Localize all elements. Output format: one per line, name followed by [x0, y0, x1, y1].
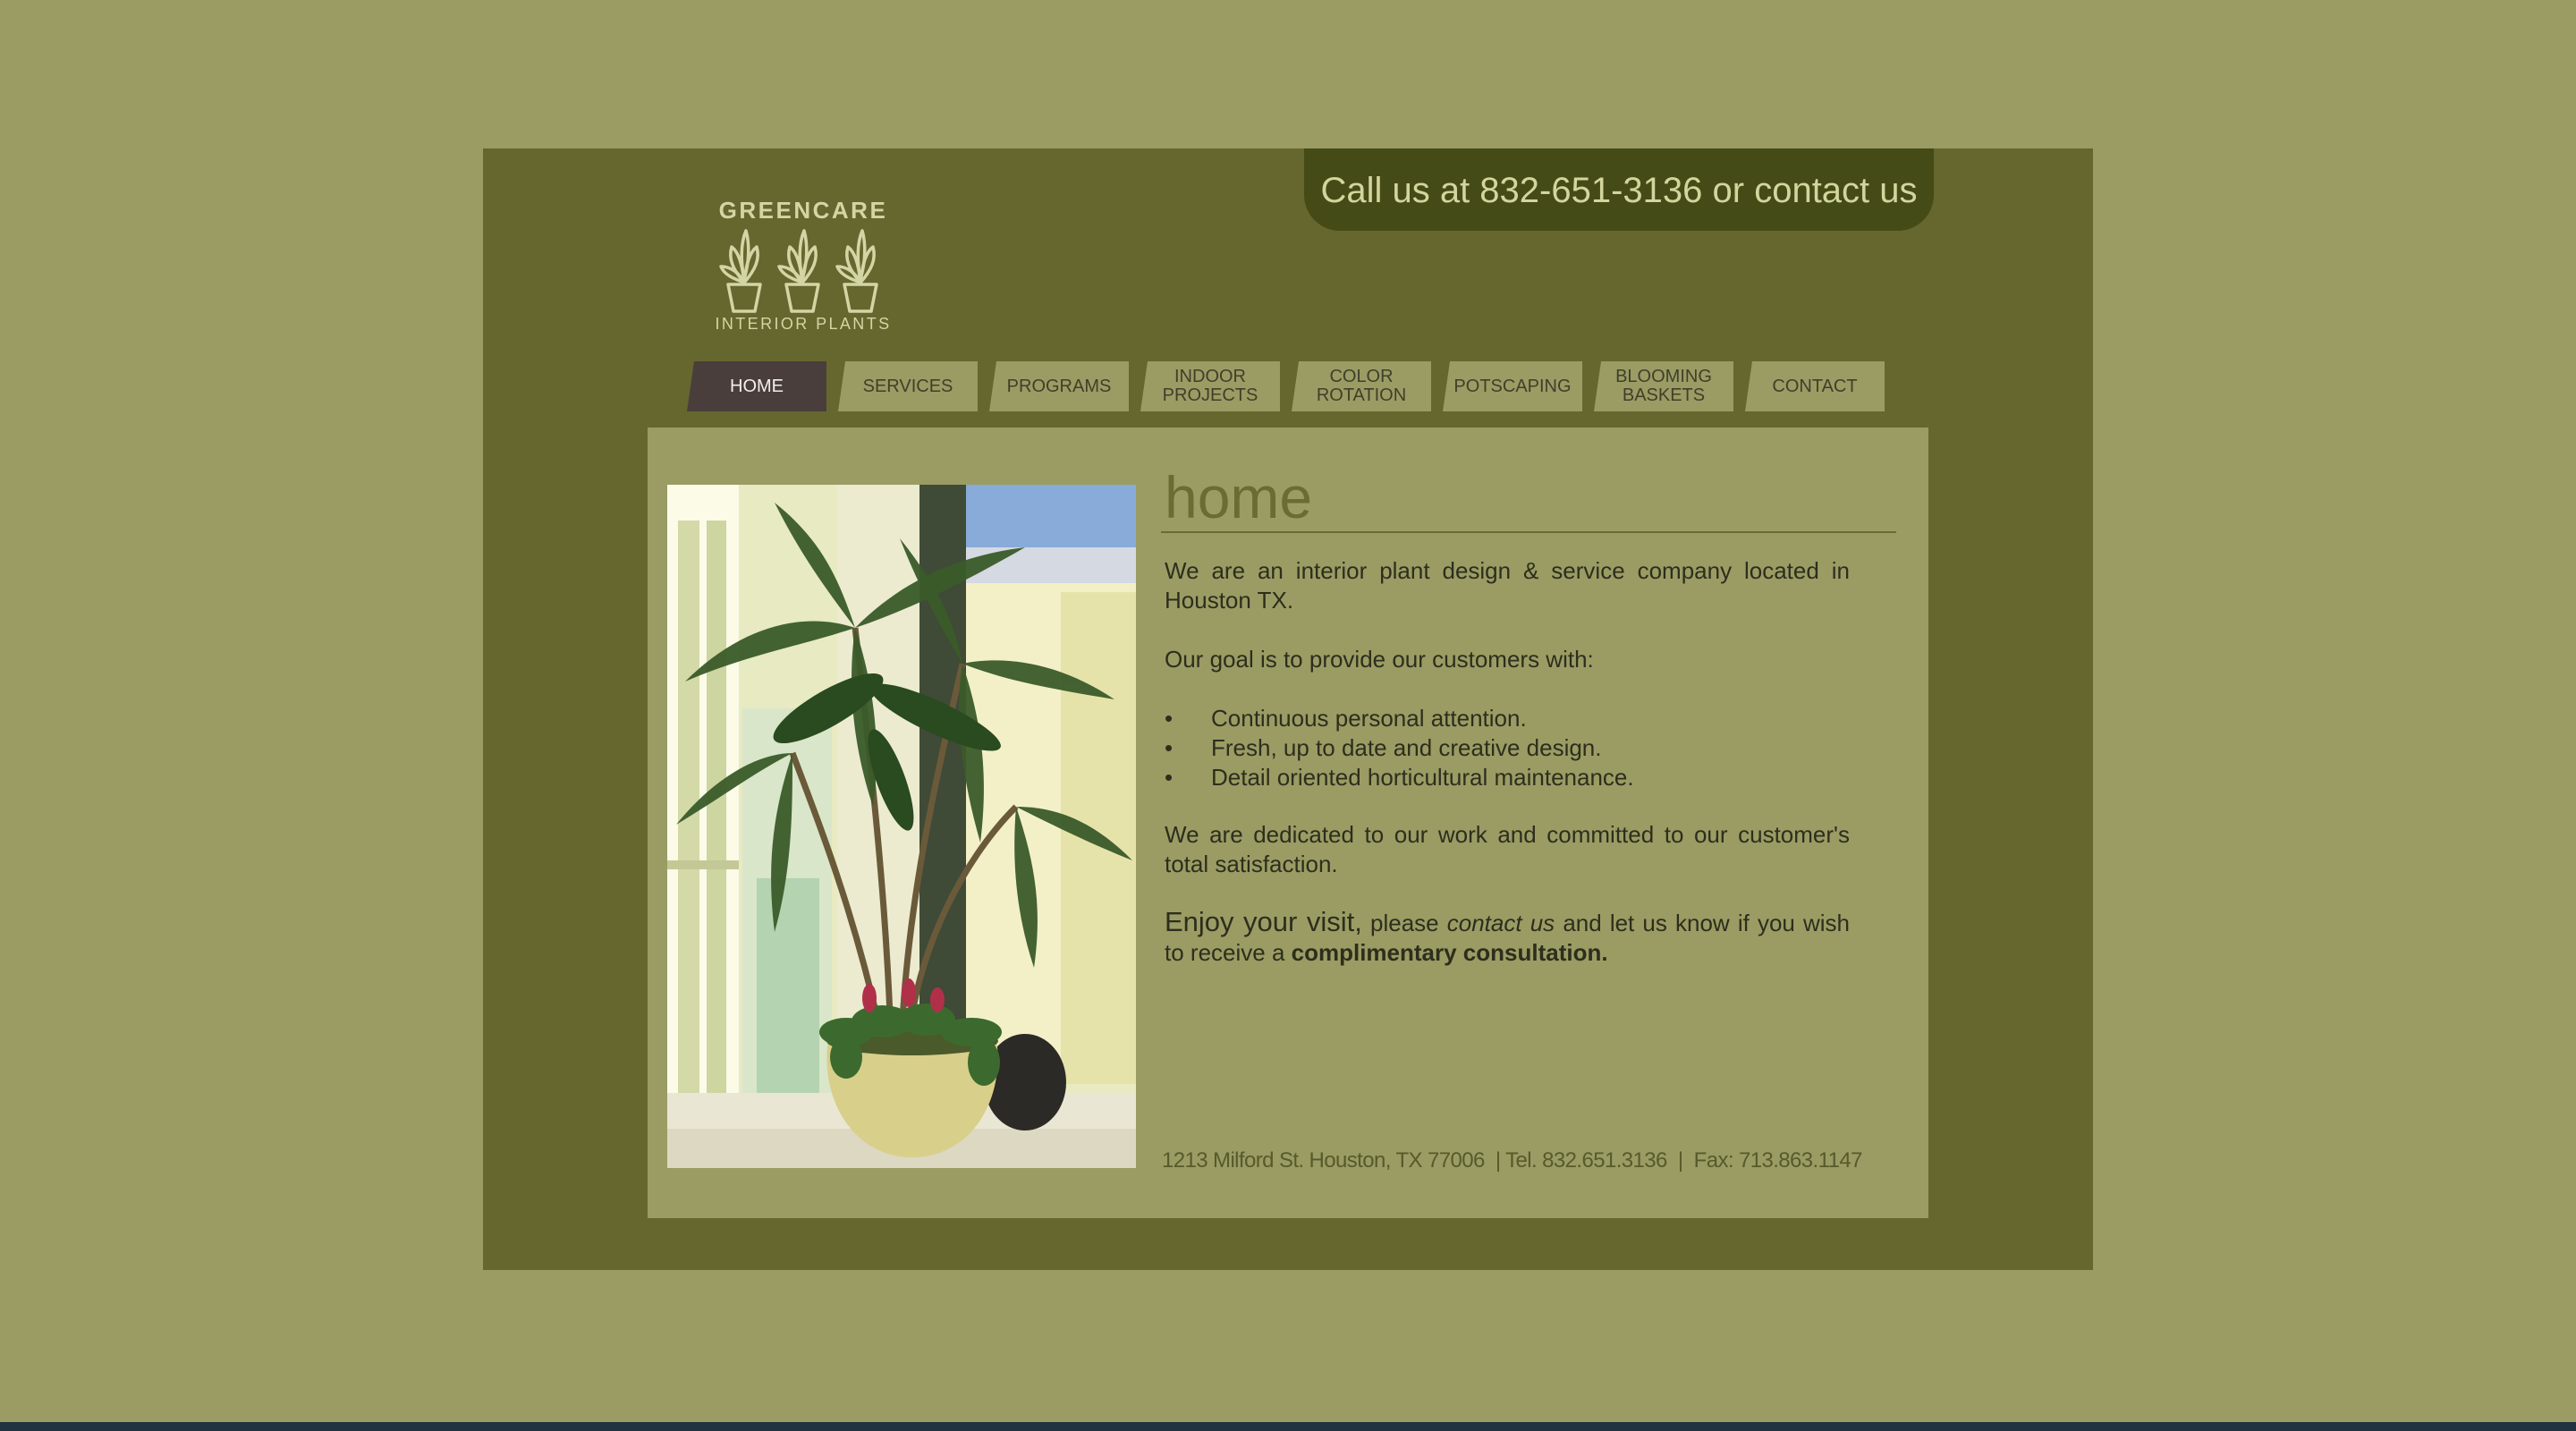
enjoy-visit-text: Enjoy your visit, — [1165, 906, 1362, 937]
taskbar-strip — [0, 1422, 2576, 1431]
potted-plants-icon — [719, 229, 878, 313]
tab-blooming-baskets[interactable]: BLOOMING BASKETS — [1594, 361, 1733, 411]
list-item: Continuous personal attention. — [1165, 704, 1850, 733]
address-footer: 1213 Milford St. Houston, TX 77006 | Tel… — [1162, 1148, 1862, 1173]
tab-indoor-projects[interactable]: INDOOR PROJECTS — [1140, 361, 1280, 411]
closing-paragraph: Enjoy your visit, please contact us and … — [1165, 907, 1850, 968]
please-text: please — [1361, 910, 1447, 936]
contact-us-link[interactable]: contact us — [1447, 910, 1555, 936]
consultation-text: complimentary consultation. — [1291, 939, 1608, 966]
palm-plant-photo — [667, 485, 1136, 1168]
title-divider — [1161, 531, 1896, 533]
list-item: Detail oriented horticultural maintenanc… — [1165, 763, 1850, 792]
main-body-text: We are an interior plant design & servic… — [1165, 556, 1850, 968]
page-title: home — [1165, 464, 1313, 530]
tab-services[interactable]: SERVICES — [838, 361, 978, 411]
greencare-logo[interactable]: GREENCARE INTERIOR PLANTS — [705, 199, 902, 340]
intro-paragraph: We are an interior plant design & servic… — [1165, 557, 1850, 614]
main-nav: HOME SERVICES PROGRAMS INDOOR PROJECTS C… — [687, 361, 1894, 411]
site-frame: Call us at 832-651-3136 or contact us GR… — [483, 148, 2093, 1270]
list-item: Fresh, up to date and creative design. — [1165, 733, 1850, 763]
dedication-paragraph: We are dedicated to our work and committ… — [1165, 821, 1850, 877]
tab-home[interactable]: HOME — [687, 361, 826, 411]
goal-paragraph: Our goal is to provide our customers wit… — [1165, 646, 1594, 673]
tab-color-rotation[interactable]: COLOR ROTATION — [1292, 361, 1431, 411]
logo-wordmark: GREENCARE — [718, 197, 888, 224]
call-us-banner[interactable]: Call us at 832-651-3136 or contact us — [1304, 148, 1934, 231]
tab-programs[interactable]: PROGRAMS — [989, 361, 1129, 411]
tab-potscaping[interactable]: POTSCAPING — [1443, 361, 1582, 411]
content-panel: home We are an interior plant design & s… — [648, 428, 1928, 1218]
tab-contact[interactable]: CONTACT — [1745, 361, 1885, 411]
goals-list: Continuous personal attention. Fresh, up… — [1165, 704, 1850, 792]
logo-tagline: INTERIOR PLANTS — [715, 315, 892, 333]
